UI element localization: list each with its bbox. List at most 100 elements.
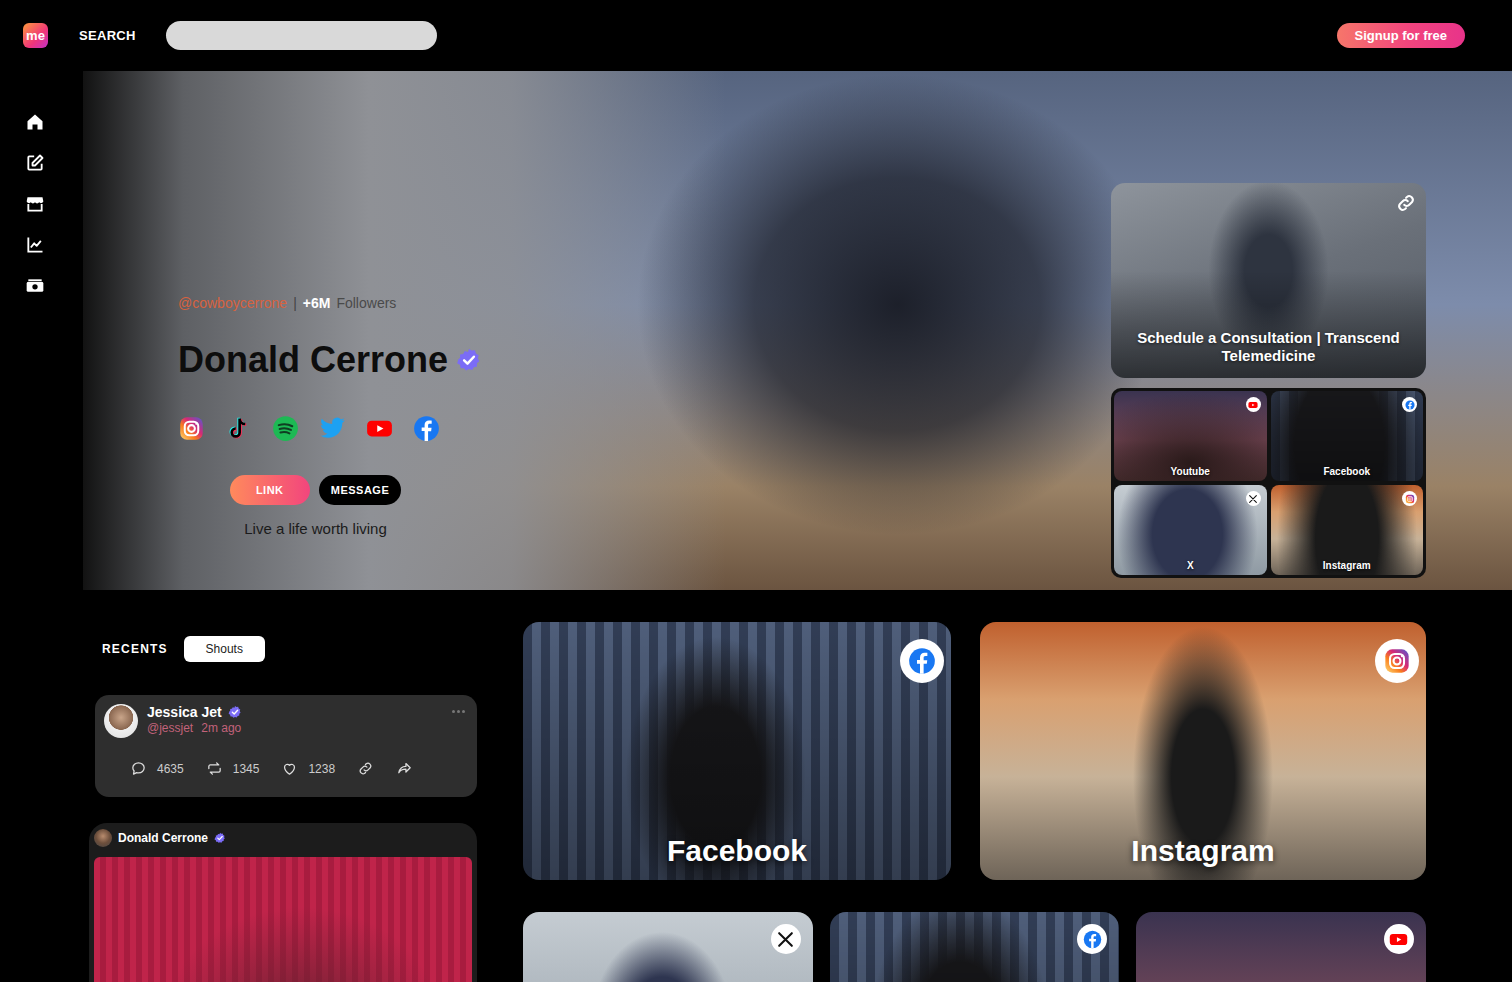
card-badge bbox=[771, 924, 801, 954]
post-card[interactable]: Jessica Jet@jessjet 2m ago 4635 1345 1238 bbox=[95, 695, 477, 797]
post-sub: @jessjet 2m ago bbox=[147, 721, 443, 735]
main: @cowboycerrone|+6MFollowersDonald Cerron… bbox=[0, 71, 1512, 982]
avatar[interactable] bbox=[104, 704, 138, 738]
separator: | bbox=[293, 295, 297, 311]
dot bbox=[452, 710, 455, 713]
tile-label: X bbox=[1187, 560, 1194, 571]
card-badge bbox=[1384, 924, 1414, 954]
money-icon[interactable] bbox=[25, 276, 45, 296]
chart-icon[interactable] bbox=[25, 235, 45, 255]
tiktok-icon[interactable] bbox=[225, 415, 252, 442]
signup-button[interactable]: Signup for free bbox=[1337, 23, 1465, 48]
app: me SEARCH Signup for free @cowboycerrone | +6… bbox=[0, 0, 1512, 982]
link-card[interactable]: Facebook bbox=[523, 622, 951, 880]
link-button[interactable]: LINK bbox=[230, 475, 310, 505]
spotify-icon[interactable] bbox=[272, 415, 299, 442]
reposts-count: 1345 bbox=[233, 762, 260, 776]
more-icon[interactable] bbox=[452, 704, 465, 713]
profile-info: @cowboycerrone|+6MFollowersDonald Cerron… bbox=[178, 295, 482, 537]
post-time: 2m ago bbox=[201, 721, 241, 735]
post-header: Jessica Jet@jessjet 2m ago bbox=[104, 704, 465, 738]
profile-bio: Live a life worth living bbox=[244, 520, 387, 537]
link-tile[interactable]: Facebook bbox=[1271, 391, 1424, 481]
likes-count: 1238 bbox=[308, 762, 335, 776]
post-card[interactable]: Donald Cerrone bbox=[89, 823, 477, 982]
post-author[interactable]: Jessica Jet bbox=[147, 704, 222, 720]
followers-count: +6M bbox=[303, 295, 331, 311]
profile-name: Donald Cerrone bbox=[178, 339, 448, 380]
profile-handle[interactable]: @cowboycerrone bbox=[178, 295, 287, 311]
recents-column: RECENTS Shouts Jessica Jet@jessjet 2m ago 46… bbox=[95, 622, 477, 982]
link-icon[interactable] bbox=[1395, 192, 1417, 214]
home-icon[interactable] bbox=[25, 112, 45, 132]
link-card[interactable] bbox=[1136, 912, 1426, 982]
facebook-icon bbox=[1405, 400, 1415, 410]
comments-stat[interactable]: 4635 bbox=[130, 760, 184, 777]
x-icon bbox=[776, 930, 795, 949]
author-row: Jessica Jet bbox=[147, 704, 443, 720]
comments-count: 4635 bbox=[157, 762, 184, 776]
repost-icon bbox=[206, 760, 223, 777]
share-icon[interactable] bbox=[396, 760, 413, 777]
edit-icon[interactable] bbox=[25, 153, 45, 173]
reposts-stat[interactable]: 1345 bbox=[206, 760, 260, 777]
youtube-icon[interactable] bbox=[366, 415, 393, 442]
card-row: Facebook Instagram bbox=[523, 622, 1426, 880]
x-icon bbox=[1248, 494, 1258, 504]
tile-label: Instagram bbox=[1323, 560, 1371, 571]
verified-icon bbox=[228, 705, 242, 719]
top-bar: me SEARCH Signup for free bbox=[0, 0, 1512, 71]
dot bbox=[462, 710, 465, 713]
facebook-icon[interactable] bbox=[413, 415, 440, 442]
profile-actions: LINK MESSAGE Live a life worth living bbox=[178, 475, 453, 537]
handle-line: @cowboycerrone|+6MFollowers bbox=[178, 295, 482, 311]
card-badge bbox=[900, 639, 944, 683]
instagram-icon[interactable] bbox=[178, 415, 205, 442]
tile-badge bbox=[1246, 491, 1261, 506]
post-handle[interactable]: @jessjet bbox=[147, 721, 193, 735]
logo[interactable]: me bbox=[23, 23, 48, 48]
search-label: SEARCH bbox=[79, 28, 136, 43]
tile-badge bbox=[1402, 491, 1417, 506]
recents-label: RECENTS bbox=[102, 642, 168, 656]
link-card[interactable] bbox=[830, 912, 1120, 982]
recents-header: RECENTS Shouts bbox=[95, 636, 477, 662]
card-badge bbox=[1077, 924, 1107, 954]
store-icon[interactable] bbox=[25, 194, 45, 214]
social-links bbox=[178, 415, 482, 442]
card-badge bbox=[1375, 639, 1419, 683]
button-row: LINK MESSAGE bbox=[230, 475, 402, 505]
link-card[interactable]: Instagram bbox=[980, 622, 1426, 880]
card-label: Instagram bbox=[1131, 834, 1274, 868]
likes-stat[interactable]: 1238 bbox=[281, 760, 335, 777]
post-image[interactable] bbox=[94, 857, 472, 982]
search-input[interactable] bbox=[166, 21, 437, 50]
dot bbox=[457, 710, 460, 713]
post-header: Donald Cerrone bbox=[94, 829, 472, 847]
facebook-icon bbox=[1083, 930, 1102, 949]
featured-title[interactable]: Schedule a Consultation | Transcend Tele… bbox=[1129, 329, 1408, 367]
link-tile[interactable]: Youtube bbox=[1114, 391, 1267, 481]
instagram-icon bbox=[1405, 494, 1415, 504]
post-author[interactable]: Donald Cerrone bbox=[118, 831, 208, 845]
link-icon[interactable] bbox=[357, 760, 374, 777]
recents-tab[interactable]: Shouts bbox=[184, 636, 265, 662]
verified-icon bbox=[456, 347, 482, 373]
comment-icon bbox=[130, 760, 147, 777]
link-tile[interactable]: Instagram bbox=[1271, 485, 1424, 575]
card-row bbox=[523, 912, 1426, 982]
tile-label: Facebook bbox=[1323, 466, 1370, 477]
link-tiles: Youtube Facebook X Instagram bbox=[1111, 388, 1426, 578]
verified-icon bbox=[214, 832, 226, 844]
link-tile[interactable]: X bbox=[1114, 485, 1267, 575]
heart-icon bbox=[281, 760, 298, 777]
post-meta: Jessica Jet@jessjet 2m ago bbox=[147, 704, 443, 735]
message-button[interactable]: MESSAGE bbox=[319, 475, 402, 505]
lower-section: RECENTS Shouts Jessica Jet@jessjet 2m ago 46… bbox=[83, 590, 1512, 982]
featured-card[interactable]: Schedule a Consultation | Transcend Tele… bbox=[1111, 183, 1426, 378]
twitter-icon[interactable] bbox=[319, 415, 346, 442]
avatar[interactable] bbox=[94, 829, 112, 847]
link-card[interactable] bbox=[523, 912, 813, 982]
tile-label: Youtube bbox=[1171, 466, 1210, 477]
facebook-icon bbox=[908, 647, 936, 675]
